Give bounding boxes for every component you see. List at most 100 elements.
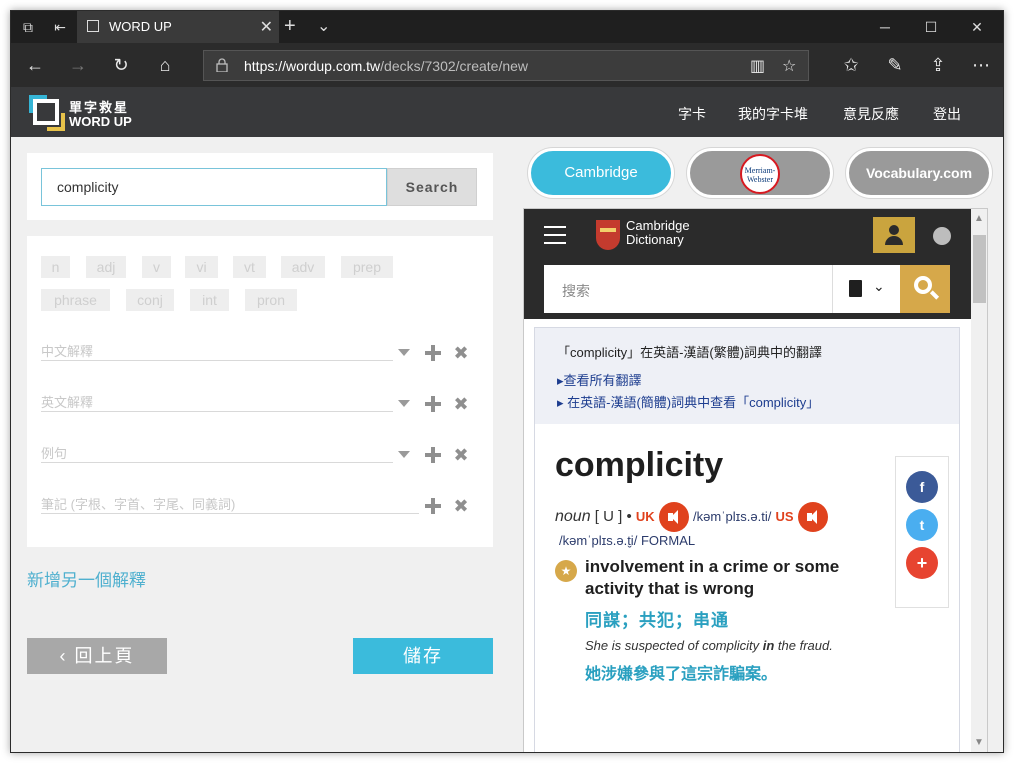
favorite-star-icon[interactable]: ☆ bbox=[782, 56, 796, 76]
separator-dot: • bbox=[626, 507, 632, 525]
dropdown-caret-icon[interactable] bbox=[398, 400, 410, 407]
scroll-up-icon[interactable]: ▲ bbox=[974, 213, 984, 224]
add-definition-link[interactable]: 新增另一個解釋 bbox=[27, 566, 146, 591]
pos-tag-vi[interactable]: vi bbox=[185, 256, 218, 278]
scroll-thumb[interactable] bbox=[973, 235, 986, 303]
frame-scrollbar[interactable]: ▲ ▼ bbox=[971, 209, 987, 752]
search-icon bbox=[914, 276, 932, 294]
cambridge-brand[interactable]: Cambridge Dictionary bbox=[626, 219, 690, 247]
back-button[interactable]: ‹ 回上頁 bbox=[27, 638, 167, 674]
see-all-translations-link[interactable]: ▸查看所有翻譯 bbox=[557, 370, 642, 389]
part-of-speech: noun bbox=[555, 507, 591, 525]
plus-icon[interactable] bbox=[425, 447, 441, 463]
translation-info-box: 「complicity」在英語-漢語(繁體)詞典中的翻譯 ▸查看所有翻譯 ▸ 在… bbox=[534, 327, 960, 425]
chevron-down-icon[interactable]: ⌄ bbox=[317, 16, 330, 36]
pos-tag-phrase[interactable]: phrase bbox=[41, 289, 110, 311]
nav-cards[interactable]: 字卡 bbox=[678, 104, 706, 124]
dictionary-select[interactable]: ⌄ bbox=[832, 265, 900, 313]
close-window-button[interactable]: ✕ bbox=[957, 16, 997, 38]
new-tab-button[interactable]: + bbox=[284, 15, 296, 38]
minimize-button[interactable]: ─ bbox=[865, 16, 905, 38]
pos-tag-adv[interactable]: adv bbox=[281, 256, 325, 278]
brand-line1: Cambridge bbox=[626, 218, 690, 233]
us-label: US bbox=[775, 508, 794, 524]
tab-vocabulary[interactable]: Vocabulary.com bbox=[846, 148, 992, 198]
mw-line2: Webster bbox=[746, 175, 773, 184]
nav-feedback[interactable]: 意見反應 bbox=[843, 104, 899, 124]
register-label: FORMAL bbox=[640, 533, 696, 548]
example-post: the fraud. bbox=[774, 638, 833, 653]
plus-icon[interactable] bbox=[425, 345, 441, 361]
menu-icon[interactable] bbox=[544, 226, 566, 244]
pos-tag-n[interactable]: n bbox=[41, 256, 70, 278]
star-icon[interactable]: ★ bbox=[555, 560, 577, 582]
pos-tag-pron[interactable]: pron bbox=[245, 289, 297, 311]
dropdown-caret-icon[interactable] bbox=[398, 451, 410, 458]
notes-field[interactable]: 筆記 (字根、字首、字尾、同義詞) bbox=[41, 494, 419, 514]
example-sentence-field[interactable]: 例句 bbox=[41, 443, 393, 463]
twitter-icon[interactable]: t bbox=[906, 509, 938, 541]
user-icon[interactable] bbox=[873, 217, 915, 253]
pos-tag-prep[interactable]: prep bbox=[341, 256, 393, 278]
example-pre: She is suspected of complicity bbox=[585, 638, 763, 653]
title-bar: ⧉ ⇤ WORD UP ✕ + ⌄ ─ ☐ ✕ bbox=[11, 11, 1003, 43]
browser-tab[interactable]: WORD UP ✕ bbox=[77, 11, 279, 43]
pos-tag-int[interactable]: int bbox=[190, 289, 229, 311]
address-bar[interactable]: https://wordup.com.tw/decks/7302/create/… bbox=[203, 50, 809, 81]
plus-icon[interactable] bbox=[425, 396, 441, 412]
globe-icon[interactable] bbox=[933, 227, 951, 245]
pos-tag-v[interactable]: v bbox=[142, 256, 171, 278]
pronunciation-line: noun [ U ] • UK /kəmˈplɪs.ə.ti/ US bbox=[555, 502, 828, 532]
save-button[interactable]: 儲存 bbox=[353, 638, 493, 674]
plus-icon[interactable] bbox=[425, 498, 441, 514]
close-icon[interactable]: ✖ bbox=[453, 344, 469, 362]
wordup-logo-icon[interactable] bbox=[29, 95, 65, 131]
us-audio-icon[interactable] bbox=[797, 502, 828, 532]
word-search-input[interactable] bbox=[41, 168, 387, 206]
tab-actions-icon[interactable]: ⧉ bbox=[19, 18, 37, 36]
tab-cambridge[interactable]: Cambridge bbox=[528, 148, 674, 198]
scroll-down-icon[interactable]: ▼ bbox=[974, 737, 984, 748]
browser-window: ⧉ ⇤ WORD UP ✕ + ⌄ ─ ☐ ✕ ← → ↻ ⌂ https://… bbox=[10, 10, 1004, 753]
back-button-label: 回上頁 bbox=[74, 646, 135, 666]
close-icon[interactable]: ✖ bbox=[453, 395, 469, 413]
english-definition-field[interactable]: 英文解釋 bbox=[41, 392, 393, 412]
pen-icon[interactable]: ✎ bbox=[883, 53, 907, 77]
home-icon[interactable]: ⌂ bbox=[153, 53, 177, 77]
merriam-webster-logo: Merriam- Webster bbox=[740, 154, 780, 194]
chevron-down-icon: ⌄ bbox=[873, 278, 885, 294]
nav-my-decks[interactable]: 我的字卡堆 bbox=[738, 104, 808, 124]
tab-favicon-icon bbox=[87, 20, 99, 32]
chinese-definition-field[interactable]: 中文解釋 bbox=[41, 341, 393, 361]
tab-title: WORD UP bbox=[109, 19, 172, 34]
pos-tag-vt[interactable]: vt bbox=[233, 256, 266, 278]
url-host: https://wordup.com.tw bbox=[244, 58, 381, 74]
mw-line1: Merriam- bbox=[744, 166, 776, 175]
refresh-icon[interactable]: ↻ bbox=[109, 53, 133, 77]
share-icon[interactable]: ⇪ bbox=[926, 53, 950, 77]
forward-arrow-icon[interactable]: → bbox=[66, 53, 90, 77]
cambridge-search-input[interactable]: 搜索 bbox=[544, 265, 832, 313]
close-icon[interactable]: ✖ bbox=[453, 446, 469, 464]
maximize-button[interactable]: ☐ bbox=[911, 16, 951, 38]
search-button[interactable]: Search bbox=[387, 168, 477, 206]
cambridge-search-button[interactable] bbox=[900, 265, 950, 313]
close-tab-icon[interactable]: ✕ bbox=[260, 17, 273, 37]
lock-icon bbox=[216, 58, 228, 72]
tab-merriam-webster[interactable]: Merriam- Webster bbox=[687, 148, 833, 198]
set-aside-tabs-icon[interactable]: ⇤ bbox=[51, 18, 69, 36]
favorites-list-icon[interactable]: ✩ bbox=[839, 53, 863, 77]
close-icon[interactable]: ✖ bbox=[453, 497, 469, 515]
reading-view-icon[interactable]: ▥ bbox=[750, 56, 765, 76]
dropdown-caret-icon[interactable] bbox=[398, 349, 410, 356]
site-header: 單字救星 WORD UP 字卡 我的字卡堆 意見反應 登出 bbox=[11, 87, 1003, 137]
more-icon[interactable]: ⋯ bbox=[969, 53, 993, 77]
pos-tag-conj[interactable]: conj bbox=[126, 289, 174, 311]
simplified-chinese-link[interactable]: ▸ 在英語-漢語(簡體)詞典中查看「complicity」 bbox=[557, 392, 819, 411]
pos-tag-adj[interactable]: adj bbox=[86, 256, 126, 278]
back-arrow-icon[interactable]: ← bbox=[23, 53, 47, 77]
uk-audio-icon[interactable] bbox=[658, 502, 689, 532]
facebook-icon[interactable]: f bbox=[906, 471, 938, 503]
nav-logout[interactable]: 登出 bbox=[933, 104, 961, 124]
add-icon[interactable]: + bbox=[906, 547, 938, 579]
